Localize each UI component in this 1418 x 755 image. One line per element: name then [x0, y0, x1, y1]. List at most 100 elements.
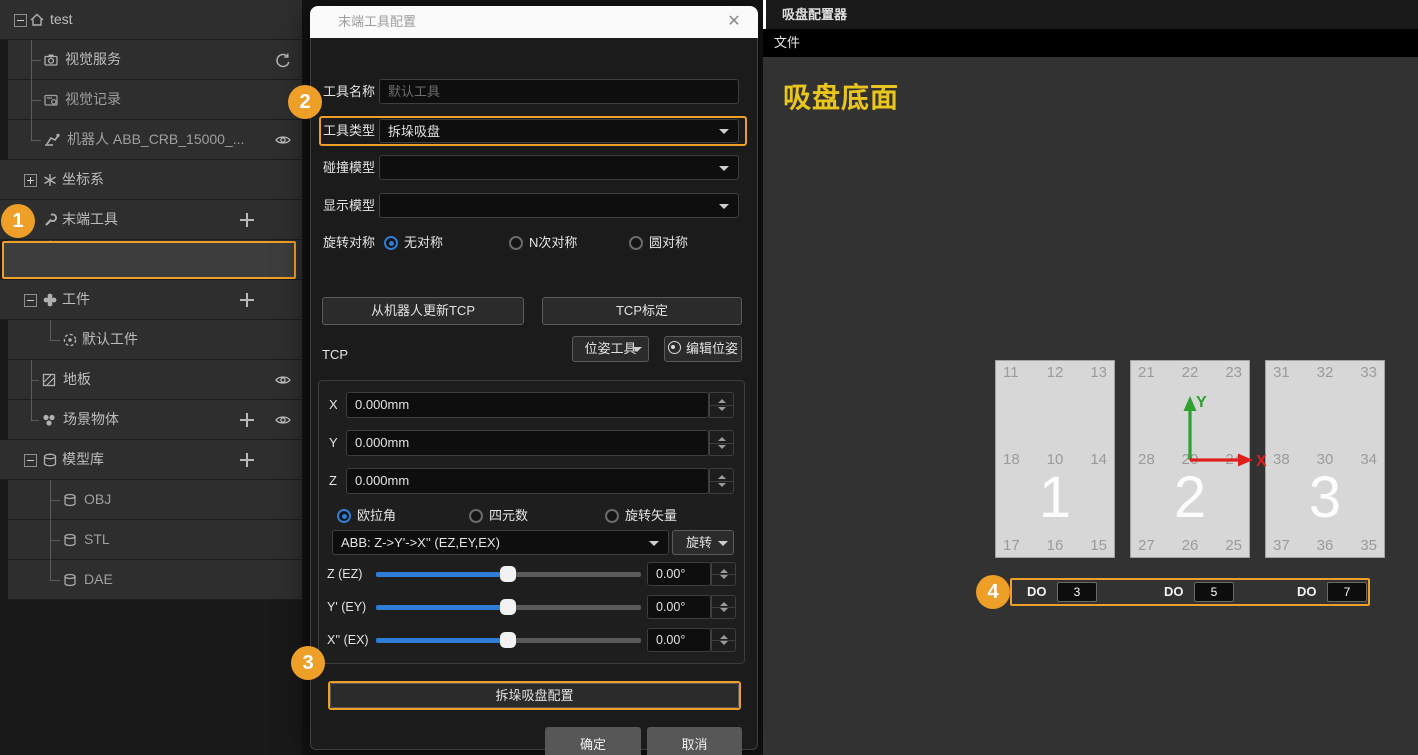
tree-item-vision-service[interactable]: 视觉服务: [8, 40, 302, 80]
radio-rotation-vector[interactable]: [605, 509, 619, 523]
tcp-x-input[interactable]: 0.000mm: [346, 392, 709, 418]
slider-z-value[interactable]: 0.00°: [647, 562, 711, 586]
slider-x-value[interactable]: 0.00°: [647, 628, 711, 652]
do-input-1[interactable]: 3: [1057, 582, 1097, 602]
tcp-z-input[interactable]: 0.000mm: [346, 468, 709, 494]
do-input-3[interactable]: 7: [1327, 582, 1367, 602]
rotate-dropdown-button[interactable]: 旋转: [672, 530, 734, 555]
floor-icon: [41, 372, 57, 388]
display-model-dropdown[interactable]: [379, 193, 739, 218]
tree-line: [31, 420, 39, 421]
ok-button[interactable]: 确定: [545, 727, 641, 755]
tree-item-model-library[interactable]: 模型库: [0, 440, 302, 480]
chevron-down-icon: [718, 541, 728, 546]
collapse-icon[interactable]: [14, 14, 27, 27]
cup-cell: 34: [1360, 451, 1377, 468]
slider-y-stepper[interactable]: [711, 595, 736, 619]
collapse-icon[interactable]: [24, 454, 37, 467]
slider-x-handle[interactable]: [500, 632, 516, 648]
menu-file[interactable]: 文件: [763, 29, 811, 57]
tcp-y-stepper[interactable]: [709, 430, 734, 456]
tree-item-robot[interactable]: 机器人 ABB_CRB_15000_...: [8, 120, 302, 160]
suction-zone-2[interactable]: 21 22 23 28 20 24 27 26 25 2: [1130, 360, 1250, 558]
tree-item-coordinate-system[interactable]: 坐标系: [0, 160, 302, 200]
tree-item-label: 机器人 ABB_CRB_15000_...: [67, 120, 244, 159]
tree-item-project[interactable]: test: [0, 0, 302, 40]
page-title: 吸盘底面: [783, 76, 899, 116]
radio-no-symmetry[interactable]: [384, 236, 398, 250]
tree-item-workpieces[interactable]: 工件: [0, 280, 302, 320]
tcp-calibration-button[interactable]: TCP标定: [542, 297, 742, 325]
zone-number: 2: [1131, 469, 1249, 527]
workpiece-outline-icon: [62, 332, 78, 348]
slider-z-stepper[interactable]: [711, 562, 736, 586]
tree-item-default-workpiece[interactable]: 默认工件: [8, 320, 302, 360]
suction-zone-3[interactable]: 31 32 33 38 30 34 37 36 35 3: [1265, 360, 1385, 558]
cup-cell: 31: [1273, 364, 1290, 386]
tree-item-scene-objects[interactable]: 场景物体: [8, 400, 302, 440]
radio-label[interactable]: 四元数: [489, 506, 528, 526]
slider-z-handle[interactable]: [500, 566, 516, 582]
expand-icon[interactable]: [24, 174, 37, 187]
update-tcp-button[interactable]: 从机器人更新TCP: [322, 297, 524, 325]
tree-item-stl[interactable]: STL: [8, 520, 302, 560]
suction-zone-1[interactable]: 11 12 13 18 10 14 17 16 15 1: [995, 360, 1115, 558]
tree-item-label: DAE: [84, 560, 113, 599]
suction-config-button[interactable]: 拆垛吸盘配置: [330, 683, 739, 708]
tcp-y-input[interactable]: 0.000mm: [346, 430, 709, 456]
collapse-icon[interactable]: [24, 294, 37, 307]
cup-cell: 17: [1003, 537, 1020, 554]
radio-label[interactable]: N次对称: [529, 233, 577, 253]
tcp-x-stepper[interactable]: [709, 392, 734, 418]
slider-y-value[interactable]: 0.00°: [647, 595, 711, 619]
slider-x-stepper[interactable]: [711, 628, 736, 652]
plus-icon[interactable]: [240, 293, 254, 307]
radio-n-symmetry[interactable]: [509, 236, 523, 250]
close-icon[interactable]: ✕: [720, 6, 748, 38]
tree-item-dae[interactable]: DAE: [8, 560, 302, 600]
tree-item-vision-record[interactable]: 视觉记录: [8, 80, 302, 120]
radio-euler-angles[interactable]: [337, 509, 351, 523]
cup-cell: 36: [1317, 537, 1334, 554]
tree-item-end-tools[interactable]: 末端工具: [0, 200, 302, 240]
cylinder-icon: [62, 492, 78, 508]
step-badge-2: 2: [288, 85, 322, 119]
tree-item-label: 场景物体: [63, 400, 119, 439]
radio-label[interactable]: 圆对称: [649, 233, 688, 253]
plus-icon[interactable]: [240, 213, 254, 227]
slider-y-handle[interactable]: [500, 599, 516, 615]
tree-item-label: 末端工具: [62, 200, 118, 239]
step-badge-1: 1: [1, 204, 35, 238]
pose-tool-dropdown-button[interactable]: 位姿工具: [572, 336, 649, 362]
collision-model-dropdown[interactable]: [379, 155, 739, 180]
eye-icon[interactable]: [274, 131, 292, 149]
radio-quaternion[interactable]: [469, 509, 483, 523]
tool-name-input[interactable]: 默认工具: [379, 79, 739, 104]
plus-icon[interactable]: [240, 413, 254, 427]
window-titlebar[interactable]: 吸盘配置器: [763, 0, 1418, 29]
tool-type-dropdown[interactable]: 拆垛吸盘: [379, 119, 739, 143]
radio-label[interactable]: 旋转矢量: [625, 506, 677, 526]
tree-item-label: 视觉记录: [65, 80, 121, 119]
dialog-titlebar[interactable]: 末端工具配置 ✕: [310, 6, 758, 38]
edit-pose-button[interactable]: 编辑位姿: [664, 336, 742, 362]
cup-cell: 12: [1047, 364, 1064, 386]
eye-icon[interactable]: [274, 411, 292, 429]
tree-item-label: OBJ: [84, 480, 111, 519]
tcp-z-label: Z: [329, 468, 337, 494]
cancel-button[interactable]: 取消: [647, 727, 742, 755]
do-input-2[interactable]: 5: [1194, 582, 1234, 602]
radio-label[interactable]: 无对称: [404, 233, 443, 253]
eye-icon[interactable]: [274, 371, 292, 389]
tree-item-obj[interactable]: OBJ: [8, 480, 302, 520]
menubar: 文件: [763, 29, 1418, 57]
tree-line: [31, 60, 41, 61]
tree-item-floor[interactable]: 地板: [8, 360, 302, 400]
euler-convention-dropdown[interactable]: ABB: Z->Y'->X'' (EZ,EY,EX): [332, 530, 669, 555]
cup-cell: 18: [1003, 451, 1020, 468]
tcp-z-stepper[interactable]: [709, 468, 734, 494]
radio-circular-symmetry[interactable]: [629, 236, 643, 250]
refresh-icon[interactable]: [274, 51, 292, 69]
plus-icon[interactable]: [240, 453, 254, 467]
radio-label[interactable]: 欧拉角: [357, 506, 396, 526]
